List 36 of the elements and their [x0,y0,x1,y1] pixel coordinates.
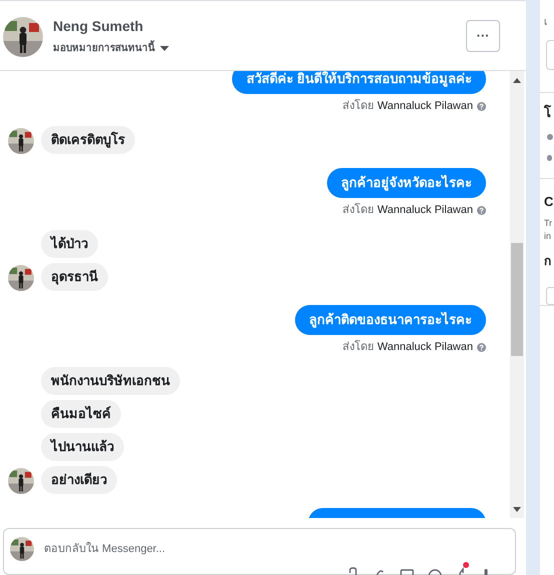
scroll-down-icon[interactable] [513,507,521,512]
panel-text: ก [544,255,551,267]
message-bubble: พนักงานบริษัทเอกชน [41,367,180,395]
panel-text: in [544,232,552,241]
more-button[interactable]: ··· [466,20,500,52]
contact-name: Neng Sumeth [53,16,144,36]
sender-name: Wannaluck Pilawan [377,340,473,355]
message-bubble: อุดรธานี [41,263,108,291]
scroll-up-icon[interactable] [513,78,521,83]
sender-name: Wannaluck Pilawan [377,202,473,218]
help-icon[interactable] [477,342,486,352]
sent-by-label: ส่งโดย [342,98,374,114]
help-icon[interactable] [477,102,486,110]
message-bubble: สวัสดีค่ะ ยินดีให้บริการสอบถามข้อมูลค่ะ [232,71,486,94]
location-icon [547,155,552,161]
sent-by-label: ส่งโดย [342,202,374,218]
panel-text: โ [544,106,551,119]
sent-by-label: ส่งโดย [342,339,374,355]
help-icon[interactable] [477,206,486,214]
clock-icon [547,134,553,140]
caret-icon [160,46,169,50]
assign-dropdown[interactable]: มอบหมายการสนทนานี้ [53,40,169,56]
message-bubble: ติดเครดิตบูโร [41,126,135,154]
reply-box[interactable]: ตอบกลับใน Messenger... [3,528,516,575]
message-bubble: อย่างเดียว [41,466,117,494]
scrollbar-thumb[interactable] [511,243,523,356]
sender-name: Wannaluck Pilawan [377,98,473,114]
message-bubble: ลูกค้าติดของธนาคารอะไรคะ [295,305,486,335]
reply-field[interactable]: ตอบกลับใน Messenger... [44,540,464,558]
message-bubble: ไปนานแล้ว [41,433,124,461]
message-bubble: ได้ป่าว [41,230,98,258]
panel-text: เ [544,18,547,28]
panel-text: Tr [544,219,552,228]
message-bubble: ลูกค้าอยู่จังหวัดอะไรคะ [327,168,486,198]
panel-text: C [544,195,554,208]
message-bubble: คืนมอไซค์ [41,400,121,428]
